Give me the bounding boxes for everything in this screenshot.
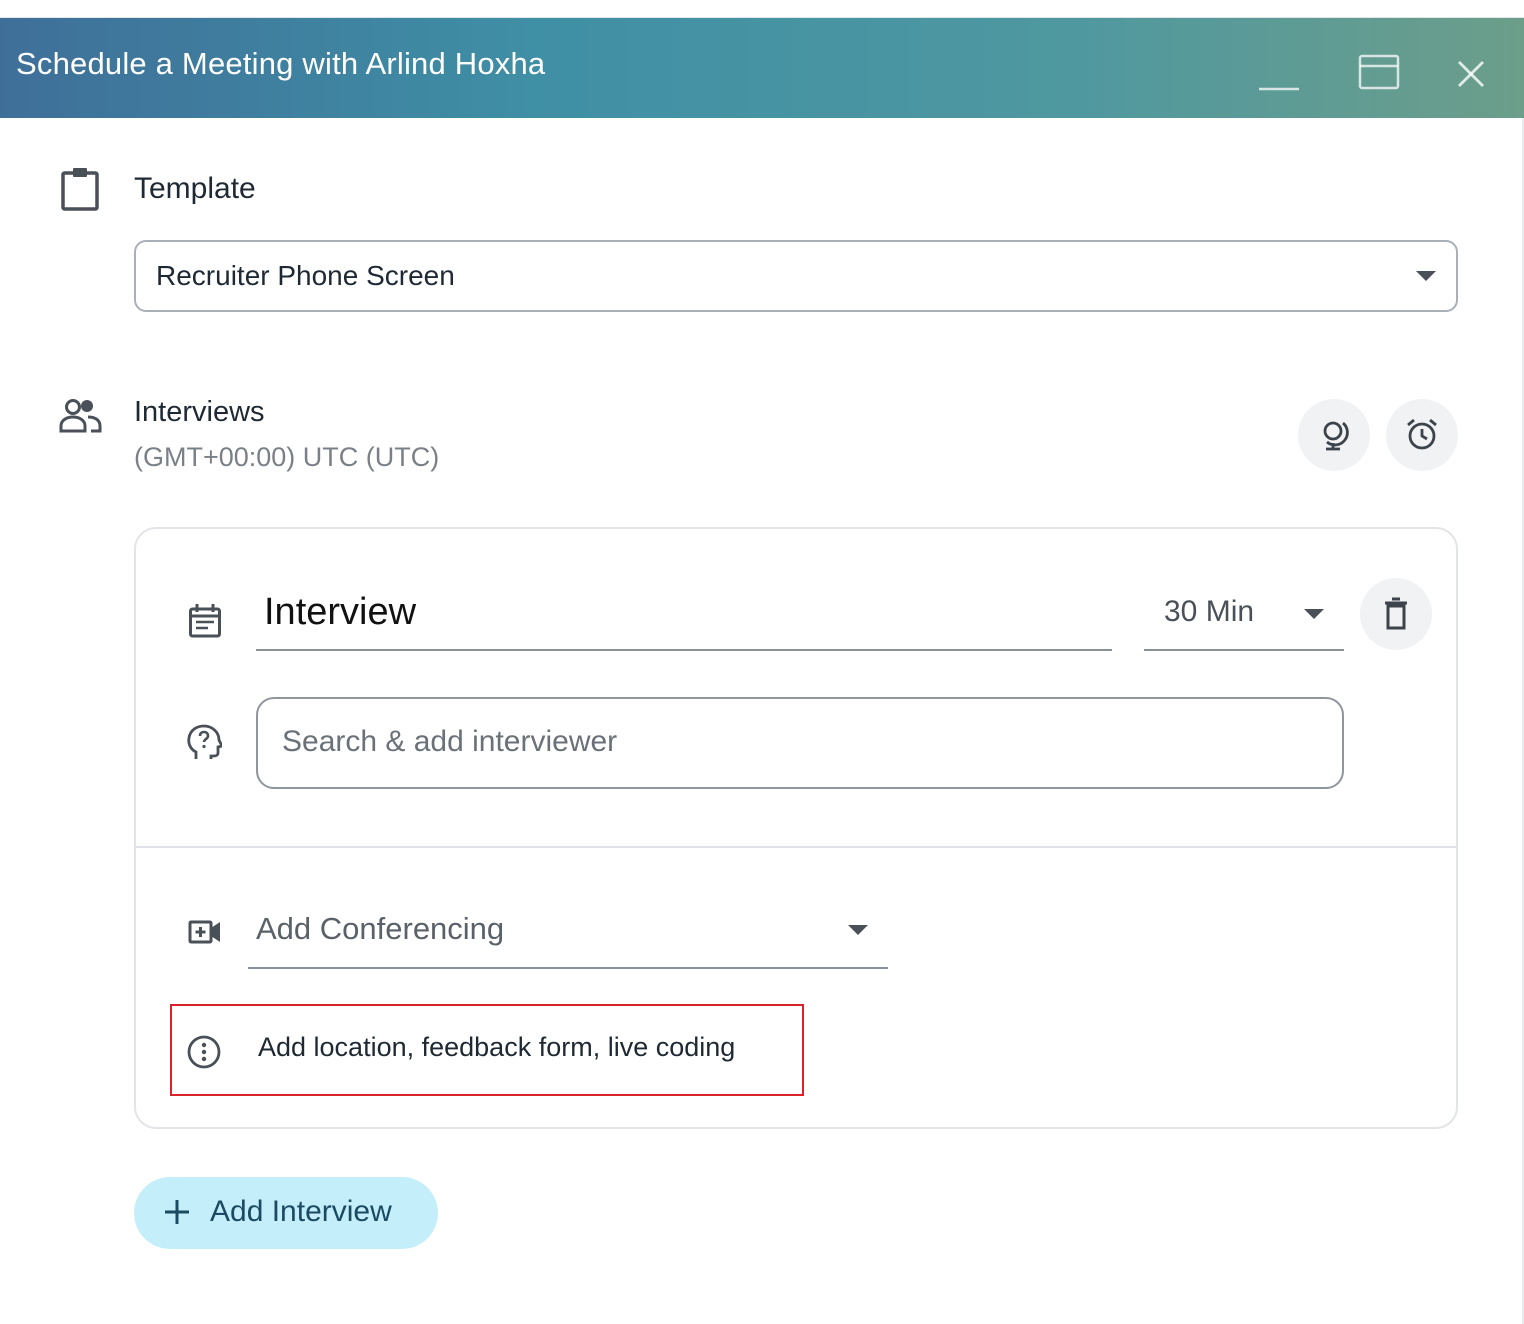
timezone-globe-button[interactable] bbox=[1298, 399, 1370, 471]
video-add-icon bbox=[188, 919, 222, 950]
delete-interview-button[interactable] bbox=[1360, 578, 1432, 650]
plus-icon bbox=[165, 1200, 189, 1224]
alarm-clock-icon bbox=[1407, 418, 1437, 450]
dialog-title: Schedule a Meeting with Arlind Hoxha bbox=[16, 46, 546, 81]
conferencing-select[interactable]: Add Conferencing bbox=[248, 899, 888, 969]
chevron-down-icon bbox=[1416, 271, 1436, 281]
template-selected-value: Recruiter Phone Screen bbox=[156, 260, 455, 291]
interviewer-search-placeholder: Search & add interviewer bbox=[282, 725, 618, 758]
interviews-label: Interviews bbox=[134, 396, 265, 428]
people-icon bbox=[58, 398, 102, 439]
interview-card: Interview 30 Min Search & add interviewe… bbox=[134, 527, 1458, 1129]
interviewer-search-input[interactable]: Search & add interviewer bbox=[256, 697, 1344, 789]
template-label: Template bbox=[134, 172, 256, 205]
add-interview-button[interactable]: Add Interview bbox=[134, 1177, 438, 1249]
interviewer-head-icon bbox=[186, 724, 225, 767]
close-icon[interactable] bbox=[1447, 52, 1495, 100]
reminder-alarm-button[interactable] bbox=[1386, 399, 1458, 471]
trash-icon bbox=[1385, 597, 1407, 630]
duration-select[interactable]: 30 Min bbox=[1144, 581, 1344, 651]
more-vert-circle-icon bbox=[186, 1034, 222, 1075]
more-options-link[interactable]: Add location, feedback form, live coding bbox=[170, 1004, 804, 1096]
maximize-icon[interactable] bbox=[1355, 52, 1403, 100]
chevron-down-icon bbox=[1304, 609, 1324, 619]
globe-icon bbox=[1323, 421, 1349, 451]
chevron-down-icon bbox=[848, 925, 868, 935]
event-note-icon bbox=[188, 603, 222, 644]
interview-title-input[interactable]: Interview bbox=[256, 581, 1112, 651]
add-interview-label: Add Interview bbox=[210, 1195, 392, 1228]
clipboard-icon bbox=[60, 166, 100, 217]
card-divider bbox=[136, 846, 1456, 848]
duration-value: 30 Min bbox=[1164, 595, 1255, 628]
template-select[interactable]: Recruiter Phone Screen bbox=[134, 240, 1458, 312]
minimize-icon[interactable] bbox=[1255, 52, 1303, 100]
window-top-strip bbox=[0, 0, 1524, 18]
conferencing-value: Add Conferencing bbox=[256, 911, 505, 946]
timezone-label: (GMT+00:00) UTC (UTC) bbox=[134, 442, 440, 472]
more-options-label: Add location, feedback form, live coding bbox=[258, 1032, 736, 1062]
dialog-header: Schedule a Meeting with Arlind Hoxha bbox=[0, 18, 1524, 118]
